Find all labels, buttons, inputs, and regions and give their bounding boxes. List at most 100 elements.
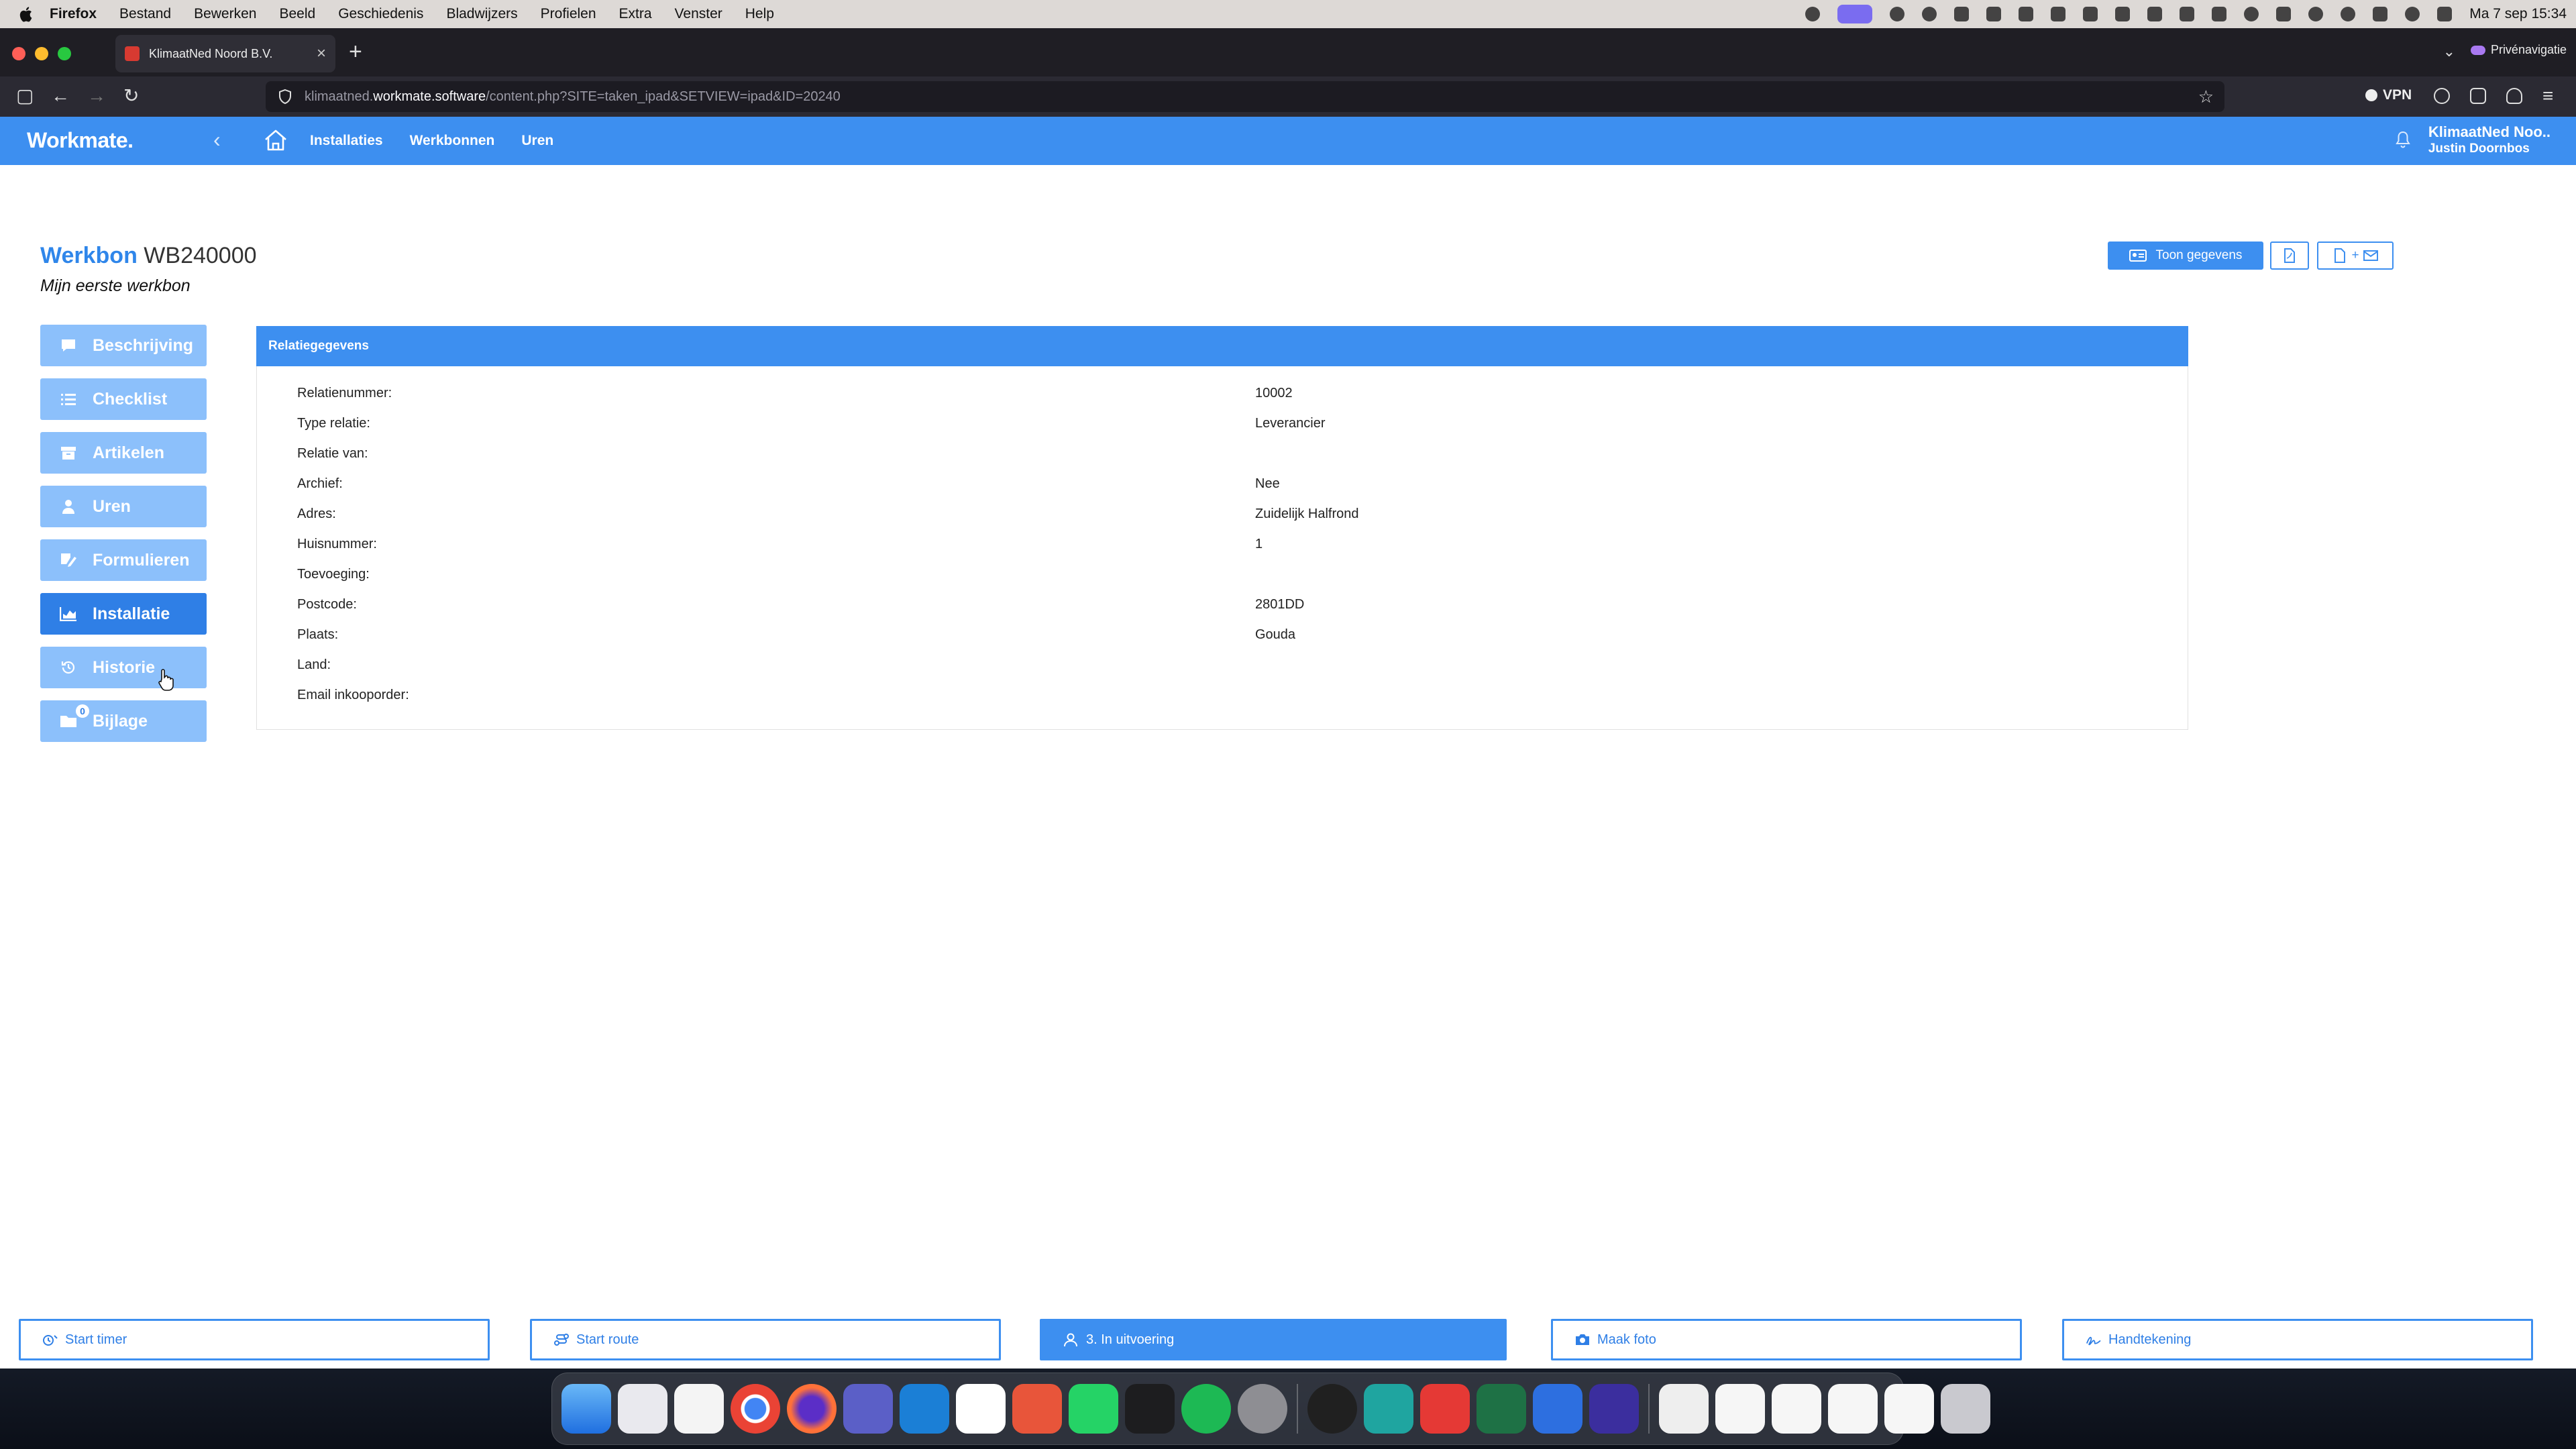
sidebar-toggle-icon[interactable]: ▢ [16, 86, 34, 106]
chatgpt-icon[interactable] [1922, 7, 1937, 21]
claude-icon[interactable] [1890, 7, 1905, 21]
pdf-icon[interactable] [2051, 7, 2066, 21]
sidebar-item-checklist[interactable]: Checklist [40, 378, 207, 420]
sidebar-item-historie[interactable]: Historie [40, 647, 207, 688]
user-menu[interactable]: KlimaatNed Noo.. Justin Doornbos [2428, 123, 2551, 157]
pdf-app-icon[interactable] [1420, 1384, 1470, 1434]
finder-icon[interactable] [561, 1384, 611, 1434]
menu-bladwijzers[interactable]: Bladwijzers [446, 6, 517, 22]
dropbox-icon[interactable] [2180, 7, 2195, 21]
spreadsheet-file-icon[interactable] [1884, 1384, 1934, 1434]
trash-icon[interactable] [1941, 1384, 1990, 1434]
nav-uren[interactable]: Uren [521, 133, 553, 149]
tracking-shield-icon[interactable] [278, 89, 292, 105]
reminders-icon[interactable] [674, 1384, 724, 1434]
claude-app-icon[interactable] [1012, 1384, 1062, 1434]
ai-app-icon[interactable] [1364, 1384, 1413, 1434]
apple-logo-icon[interactable] [19, 5, 35, 23]
chatgpt-app-icon[interactable] [1307, 1384, 1357, 1434]
url-bar[interactable]: klimaatned.workmate.software/content.php… [266, 81, 2224, 112]
sidebar-item-artikelen[interactable]: Artikelen [40, 432, 207, 474]
status-button[interactable]: 3. In uitvoering [1040, 1319, 1507, 1360]
workmate-logo[interactable]: Workmate. [27, 128, 133, 153]
window-minimize-button[interactable] [35, 47, 48, 60]
sidebar-item-beschrijving[interactable]: Beschrijving [40, 325, 207, 366]
spreadsheet-file-icon[interactable] [1772, 1384, 1821, 1434]
spreadsheet-file-icon[interactable] [1828, 1384, 1878, 1434]
pdf-mail-button[interactable]: + [2317, 241, 2394, 270]
document-icon[interactable] [1659, 1384, 1709, 1434]
audio-app-icon[interactable] [1125, 1384, 1175, 1434]
collapse-chevron-icon[interactable]: ‹ [213, 127, 221, 152]
sidebar-item-uren[interactable]: Uren [40, 486, 207, 527]
sidebar-item-formulieren[interactable]: Formulieren [40, 539, 207, 581]
spotlight-search-icon[interactable] [2405, 7, 2420, 21]
spotify-icon[interactable] [1181, 1384, 1231, 1434]
extensions-icon[interactable] [2470, 88, 2486, 104]
maak-foto-button[interactable]: Maak foto [1551, 1319, 2022, 1360]
sidebar-item-installatie[interactable]: Installatie [40, 593, 207, 635]
reload-icon[interactable]: ↻ [123, 86, 139, 106]
menu-help[interactable]: Help [745, 6, 774, 22]
safari-compass-icon[interactable] [2244, 7, 2259, 21]
menu-geschiedenis[interactable]: Geschiedenis [338, 6, 423, 22]
handtekening-button[interactable]: Handtekening [2062, 1319, 2533, 1360]
browser-tab[interactable]: KlimaatNed Noord B.V. × [115, 35, 335, 72]
robot-icon[interactable] [2083, 7, 2098, 21]
forward-arrow-icon[interactable]: → [87, 86, 106, 106]
play-icon[interactable] [2341, 7, 2356, 21]
clipboard-icon[interactable] [2212, 7, 2227, 21]
back-arrow-icon[interactable]: ← [51, 86, 70, 106]
home-icon[interactable] [263, 127, 288, 153]
wifi-icon[interactable] [2308, 7, 2324, 21]
spreadsheet-file-icon[interactable] [1715, 1384, 1765, 1434]
fire-icon[interactable] [2506, 88, 2522, 104]
excel-icon[interactable] [1477, 1384, 1526, 1434]
whatsapp-icon[interactable] [1069, 1384, 1118, 1434]
nav-werkbonnen[interactable]: Werkbonnen [410, 133, 495, 149]
menu-bewerken[interactable]: Bewerken [194, 6, 256, 22]
pdf-button[interactable] [2270, 241, 2309, 270]
battery-icon[interactable] [2373, 7, 2388, 21]
menubar-clock[interactable]: Ma 7 sep 15:34 [2469, 6, 2567, 22]
cloud-sync-icon[interactable] [1986, 7, 2002, 21]
app-store-icon[interactable] [1533, 1384, 1582, 1434]
account-icon[interactable] [2434, 88, 2450, 104]
menu-profielen[interactable]: Profielen [541, 6, 596, 22]
url-text[interactable]: klimaatned.workmate.software/content.php… [305, 89, 841, 105]
outlook-icon[interactable] [900, 1384, 949, 1434]
menu-extra[interactable]: Extra [619, 6, 652, 22]
toon-gegevens-button[interactable]: Toon gegevens [2108, 241, 2263, 270]
grammarly-icon[interactable] [1805, 7, 1821, 21]
screen-share-icon[interactable] [1837, 5, 1873, 23]
firefox-icon[interactable] [787, 1384, 837, 1434]
notion-app-icon[interactable] [956, 1384, 1006, 1434]
notion-icon[interactable] [2115, 7, 2131, 21]
display-icon[interactable] [2276, 7, 2292, 21]
control-center-icon[interactable] [2437, 7, 2453, 21]
sidebar-item-bijlage[interactable]: 0 Bijlage [40, 700, 207, 742]
chrome-icon[interactable] [731, 1384, 780, 1434]
launchpad-icon[interactable] [618, 1384, 667, 1434]
grammarly-app-icon[interactable] [1589, 1384, 1639, 1434]
menu-venster[interactable]: Venster [675, 6, 722, 22]
start-route-button[interactable]: Start route [530, 1319, 1001, 1360]
menu-beeld[interactable]: Beeld [279, 6, 315, 22]
tab-close-icon[interactable]: × [317, 44, 326, 63]
system-settings-icon[interactable] [1238, 1384, 1287, 1434]
bookmark-star-icon[interactable]: ☆ [2198, 87, 2214, 107]
notification-bell-icon[interactable] [2395, 130, 2411, 149]
new-tab-icon[interactable]: + [349, 40, 362, 63]
vpn-button[interactable]: VPN [2365, 87, 2412, 103]
cloud-icon[interactable] [1954, 7, 1970, 21]
slack-icon[interactable] [2019, 7, 2034, 21]
nav-installaties[interactable]: Installaties [310, 133, 383, 149]
menu-bestand[interactable]: Bestand [119, 6, 171, 22]
menu-app-name[interactable]: Firefox [50, 6, 97, 22]
search-app-icon[interactable] [2147, 7, 2163, 21]
teams-icon[interactable] [843, 1384, 893, 1434]
window-zoom-button[interactable] [58, 47, 71, 60]
hamburger-menu-icon[interactable]: ≡ [2542, 86, 2553, 106]
start-timer-button[interactable]: Start timer [19, 1319, 490, 1360]
tab-list-chevron-icon[interactable]: ⌄ [2443, 43, 2455, 60]
